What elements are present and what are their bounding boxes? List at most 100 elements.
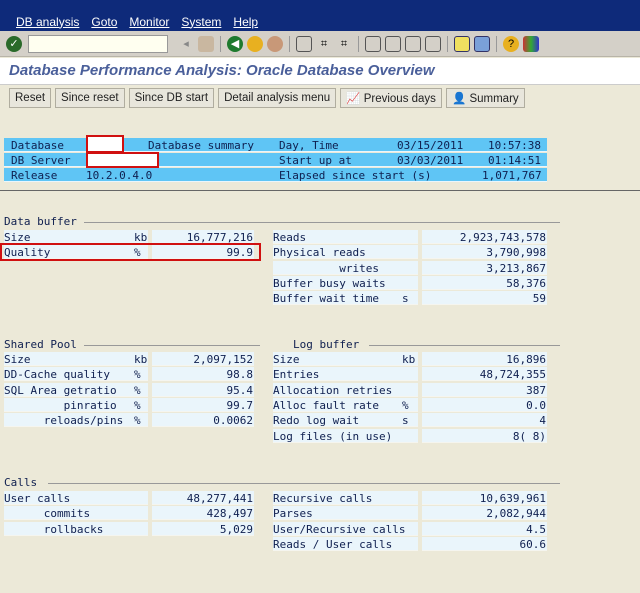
cancel-icon[interactable] [267, 35, 283, 52]
field-value: 98.8 [226, 368, 254, 382]
field-label: Size [273, 353, 300, 366]
divider [0, 190, 640, 191]
shortcut-icon[interactable] [474, 35, 490, 52]
db-server-label: DB Server [11, 154, 71, 167]
field-value-cell: 60.6 [422, 536, 547, 551]
chart-icon: 📈 [346, 93, 364, 105]
field-value: 48,277,441 [186, 492, 253, 505]
detail-analysis-menu-button[interactable]: Detail analysis menu [218, 88, 337, 108]
title-bar [0, 0, 640, 12]
field-label: rollbacks [4, 522, 104, 536]
field-value-cell: 3,213,867 [422, 260, 547, 275]
field-label: commits [4, 507, 91, 521]
time-value: 10:57:38 [488, 139, 541, 152]
previous-page-icon[interactable] [385, 35, 401, 52]
field-unit: kb [402, 353, 416, 366]
menu-monitor[interactable]: Monitor [129, 15, 169, 29]
field-unit: % [134, 383, 141, 397]
enter-icon[interactable]: ✓ [6, 35, 22, 52]
field-label: Log files (in use) [273, 429, 393, 443]
application-toolbar: Reset Since reset Since DB start Detail … [0, 88, 525, 108]
field-label-cell: Reads [273, 230, 418, 244]
field-label-cell: DD-Cache quality% [4, 367, 148, 382]
back-icon[interactable]: ◀ [227, 35, 243, 52]
since-reset-button[interactable]: Since reset [55, 88, 125, 108]
field-label-cell: commits [4, 506, 148, 521]
elapsed-value: 1,071,767 [482, 169, 542, 182]
field-value: 3,790,998 [486, 246, 546, 260]
reset-button[interactable]: Reset [9, 88, 52, 108]
page-title: Database Performance Analysis: Oracle Da… [0, 58, 640, 85]
redacted-database-name [86, 135, 124, 153]
command-field[interactable] [28, 34, 168, 53]
field-label-cell: Log files (in use) [273, 428, 418, 443]
field-value-cell: 58,376 [422, 275, 547, 290]
field-value-cell: 3,790,998 [422, 245, 547, 260]
field-label-cell: reloads/pins% [4, 413, 148, 428]
quality-highlight-box [0, 243, 261, 261]
first-page-icon[interactable] [365, 35, 381, 52]
field-label: SQL Area getratio [4, 383, 117, 397]
section-title: Data buffer [4, 215, 77, 228]
field-label: Allocation retries [273, 383, 393, 397]
field-value-cell: 428,497 [152, 506, 254, 521]
field-value: 387 [526, 383, 546, 397]
field-value-cell: 2,097,152 [152, 352, 254, 366]
layout-menu-icon[interactable] [523, 35, 539, 52]
print-icon[interactable] [296, 35, 312, 52]
field-value: 95.4 [226, 383, 254, 397]
previous-days-button[interactable]: 📈 Previous days [340, 88, 442, 108]
field-label-cell: Entries [273, 367, 418, 382]
field-value: 428,497 [206, 507, 253, 521]
back-arrow-icon[interactable]: ◂ [178, 36, 194, 52]
summary-button[interactable]: 👤 Summary [445, 88, 525, 108]
field-label: User/Recursive calls [273, 522, 406, 536]
startup-label: Start up at [279, 154, 352, 167]
menu-db-analysis[interactable]: DB analysis [16, 15, 79, 29]
section-title: Calls [4, 476, 38, 489]
field-value-cell: 4.5 [422, 521, 547, 536]
field-label: User calls [4, 492, 71, 505]
since-db-start-button[interactable]: Since DB start [128, 88, 215, 108]
field-label: DD-Cache quality [4, 368, 110, 382]
new-session-icon[interactable] [454, 35, 470, 52]
save-icon[interactable] [198, 35, 214, 52]
field-unit: % [134, 398, 141, 412]
menu-goto[interactable]: Goto [91, 15, 117, 29]
database-summary: Database summary [148, 139, 254, 152]
help-icon[interactable]: ? [503, 35, 519, 52]
field-label-cell: Physical reads [273, 245, 418, 260]
exit-icon[interactable] [247, 35, 263, 52]
find-icon[interactable]: ⌗ [316, 36, 332, 52]
field-value-cell: 16,896 [422, 352, 547, 366]
field-label-cell: SQL Area getratio% [4, 382, 148, 397]
field-label: Physical reads [273, 246, 366, 260]
menu-help[interactable]: Help [233, 15, 258, 29]
field-value-cell: 5,029 [152, 521, 254, 536]
next-page-icon[interactable] [405, 35, 421, 52]
field-value: 59 [532, 292, 546, 306]
field-label: Recursive calls [273, 492, 373, 505]
field-value-cell: 48,277,441 [152, 491, 254, 505]
field-label-cell: Size kb [273, 352, 418, 366]
redacted-server-name [86, 152, 159, 168]
field-label-cell: Size kb [4, 352, 148, 366]
field-value-cell: 387 [422, 382, 547, 397]
last-page-icon[interactable] [425, 35, 441, 52]
field-value-cell: 2,082,944 [422, 506, 547, 521]
field-value-cell: 2,923,743,578 [422, 230, 547, 244]
field-value-cell: 16,777,216 [152, 230, 254, 244]
separator [358, 35, 359, 52]
data-buffer-section: Data buffer [0, 215, 560, 229]
field-label-cell: User/Recursive calls [273, 521, 418, 536]
field-label-cell: Parses [273, 506, 418, 521]
field-unit: % [134, 368, 141, 382]
menu-system[interactable]: System [181, 15, 221, 29]
day-value: 03/15/2011 [397, 139, 464, 152]
find-next-icon[interactable]: ⌗ [336, 36, 352, 52]
field-value: 0.0062 [213, 414, 253, 428]
separator [289, 35, 290, 52]
summary-label: Summary [469, 93, 519, 105]
field-value: 2,082,944 [486, 507, 546, 521]
field-label-cell: Reads / User calls [273, 536, 418, 551]
